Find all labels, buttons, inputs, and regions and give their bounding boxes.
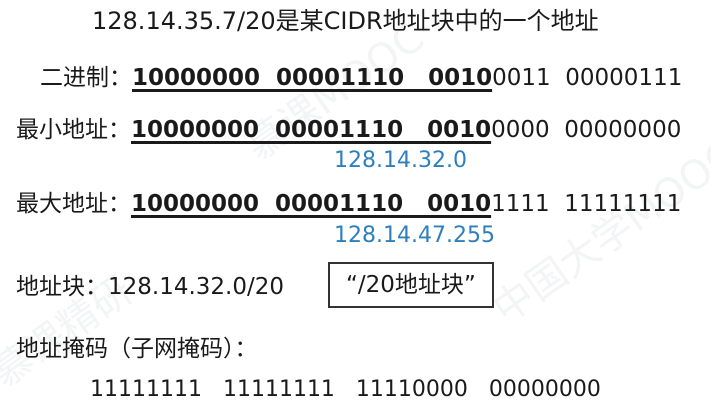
binary-host-bits: 0011 00000111 (492, 65, 683, 91)
min-address-host-bits: 0000 00000000 (491, 117, 682, 143)
max-address-decimal: 128.14.47.255 (334, 223, 495, 248)
max-address-row: 最大地址：10000000 00001110 00101111 11111111 (16, 189, 681, 219)
max-address-label: 最大地址： (16, 191, 131, 217)
binary-row: 二进制：10000000 00001110 00100011 00000111 (40, 63, 682, 93)
min-address-decimal: 128.14.32.0 (334, 148, 467, 173)
watermark: 中国大学MOOC (484, 131, 711, 333)
address-block-label: 地址块：128.14.32.0/20 (16, 274, 285, 300)
binary-network-bits: 10000000 00001110 0010 (132, 65, 493, 91)
page-title: 128.14.35.7/20是某CIDR地址块中的一个地址 (92, 7, 599, 35)
mask-value: 11111111 11111111 11110000 00000000 (90, 377, 601, 402)
binary-label: 二进制： (40, 65, 132, 91)
max-address-network-bits: 10000000 00001110 0010 (131, 191, 492, 217)
min-address-row: 最小地址：10000000 00001110 00100000 00000000 (16, 115, 681, 145)
mask-label: 地址掩码（子网掩码）： (16, 336, 258, 362)
max-address-host-bits: 1111 11111111 (491, 191, 682, 217)
address-block-box: “/20地址块” (328, 262, 494, 308)
min-address-label: 最小地址： (16, 117, 131, 143)
min-address-network-bits: 10000000 00001110 0010 (131, 117, 492, 143)
